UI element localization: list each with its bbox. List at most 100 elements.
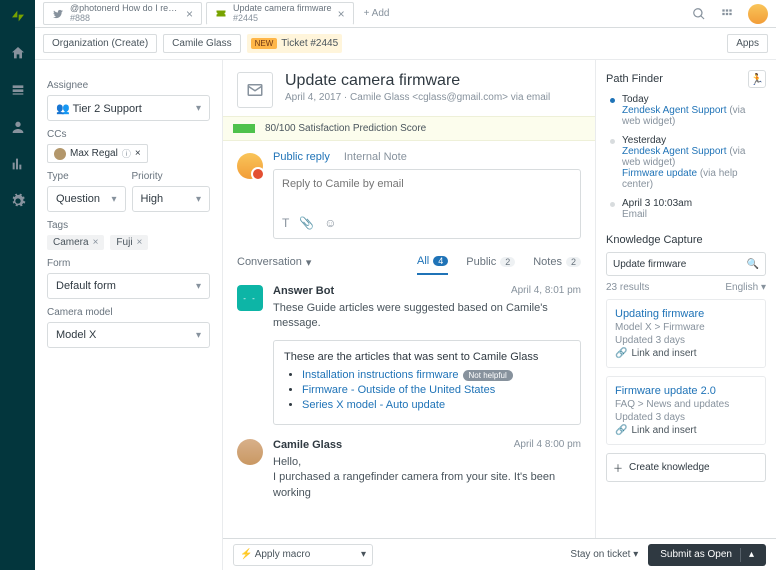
- reply-editor[interactable]: T 📎 ☺: [273, 169, 581, 239]
- event-text: Hello, I purchased a rangefinder camera …: [273, 455, 581, 501]
- close-icon[interactable]: ×: [186, 7, 193, 21]
- tab-conversation[interactable]: Conversation ▾: [237, 256, 311, 275]
- assignee-label: Assignee: [47, 80, 210, 91]
- event-time: April 4, 8:01 pm: [511, 285, 581, 297]
- attachment-icon[interactable]: 📎: [299, 216, 314, 230]
- tab-public-reply[interactable]: Public reply: [273, 151, 330, 163]
- close-icon: ×: [137, 237, 143, 248]
- ccs-label: CCs: [47, 129, 210, 140]
- text-format-icon[interactable]: T: [282, 216, 289, 230]
- conversation-pane: Update camera firmware April 4, 2017 · C…: [223, 60, 596, 570]
- twitter-icon: [52, 8, 64, 20]
- timeline-link[interactable]: Zendesk Agent Support: [622, 146, 727, 157]
- home-icon[interactable]: [10, 45, 26, 64]
- tags-label: Tags: [47, 220, 210, 231]
- tab-number: #888: [70, 13, 180, 23]
- tab-title: @photonerd How do I reset...: [70, 4, 180, 14]
- tab-ticket-888[interactable]: @photonerd How do I reset... #888 ×: [43, 2, 202, 25]
- tab-ticket-2445[interactable]: Update camera firmware #2445 ×: [206, 2, 354, 25]
- knowledge-card[interactable]: Firmware update 2.0 FAQ > News and updat…: [606, 376, 766, 445]
- submit-button[interactable]: Submit as Open▴: [648, 544, 766, 566]
- event-author: Answer Bot: [273, 285, 334, 297]
- link-icon: 🔗: [615, 425, 627, 436]
- requester-pill[interactable]: Camile Glass: [163, 34, 240, 53]
- timeline-item: Today Zendesk Agent Support (via web wid…: [610, 94, 766, 127]
- ticket-meta: April 4, 2017 · Camile Glass <cglass@gma…: [285, 92, 550, 103]
- results-count: 23 results: [606, 282, 649, 293]
- ticket-pill[interactable]: NEW Ticket #2445: [247, 34, 343, 53]
- priority-select[interactable]: High▾: [132, 186, 211, 212]
- cc-chip[interactable]: Max Regal ×: [47, 144, 148, 163]
- ticket-footer: ⚡ Apply macro▾ Stay on ticket ▾ Submit a…: [223, 538, 776, 570]
- priority-label: Priority: [132, 171, 211, 182]
- tag-chip[interactable]: Fuji×: [110, 235, 148, 250]
- breadcrumb: Organization (Create) Camile Glass NEW T…: [35, 28, 776, 60]
- timeline-link[interactable]: Zendesk Agent Support: [622, 105, 727, 116]
- form-select[interactable]: Default form▾: [47, 273, 210, 299]
- timeline-item: Yesterday Zendesk Agent Support (via web…: [610, 135, 766, 190]
- zendesk-logo-icon: [10, 8, 26, 27]
- reports-icon[interactable]: [10, 156, 26, 175]
- knowledge-card[interactable]: Updating firmware Model X > Firmware Upd…: [606, 299, 766, 368]
- type-select[interactable]: Question▾: [47, 186, 126, 212]
- tag-chip[interactable]: Camera×: [47, 235, 104, 250]
- info-icon: [122, 147, 131, 160]
- user-avatar[interactable]: [748, 4, 768, 24]
- ticket-properties: Assignee 👥 Tier 2 Support▾ CCs Max Regal…: [35, 60, 223, 570]
- timeline-item: April 3 10:03am Email: [610, 198, 766, 220]
- topbar: @photonerd How do I reset... #888 × Upda…: [35, 0, 776, 28]
- close-icon[interactable]: ×: [338, 7, 345, 21]
- knowledge-search[interactable]: Update firmware 🔍: [606, 252, 766, 276]
- suggested-articles: These are the articles that was sent to …: [273, 340, 581, 425]
- tab-notes[interactable]: Notes2: [533, 256, 581, 274]
- mail-icon: [237, 72, 273, 108]
- event-author: Camile Glass: [273, 439, 342, 451]
- tab-title: Update camera firmware: [233, 4, 332, 14]
- apps-button[interactable]: Apps: [727, 34, 768, 53]
- event-time: April 4 8:00 pm: [514, 439, 581, 451]
- reply-textarea[interactable]: [282, 178, 572, 210]
- add-tab[interactable]: + Add: [358, 8, 396, 19]
- apps-grid-icon[interactable]: [720, 7, 734, 21]
- camera-model-select[interactable]: Model X▾: [47, 322, 210, 348]
- plus-icon: ＋: [613, 460, 623, 475]
- views-icon[interactable]: [10, 82, 26, 101]
- path-finder-title: Path Finder: [606, 73, 663, 85]
- assignee-select[interactable]: 👥 Tier 2 Support▾: [47, 95, 210, 121]
- chevron-down-icon: ▾: [306, 256, 312, 269]
- org-pill[interactable]: Organization (Create): [43, 34, 157, 53]
- tab-internal-note[interactable]: Internal Note: [344, 151, 407, 163]
- type-label: Type: [47, 171, 126, 182]
- apply-macro-select[interactable]: ⚡ Apply macro▾: [233, 544, 373, 566]
- chevron-down-icon: ▾: [361, 549, 366, 560]
- stay-on-ticket[interactable]: Stay on ticket ▾: [570, 549, 638, 560]
- camera-model-label: Camera model: [47, 307, 210, 318]
- timeline-link[interactable]: Firmware update: [622, 168, 697, 179]
- emoji-icon[interactable]: ☺: [324, 216, 336, 230]
- running-icon[interactable]: 🏃: [748, 70, 766, 88]
- knowledge-capture-title: Knowledge Capture: [606, 234, 766, 246]
- avatar: [54, 148, 66, 160]
- article-link[interactable]: Installation instructions firmware: [302, 369, 459, 381]
- article-link[interactable]: Firmware - Outside of the United States: [302, 384, 495, 396]
- nav-rail: [0, 0, 35, 570]
- article-link[interactable]: Series X model - Auto update: [302, 399, 445, 411]
- form-label: Form: [47, 258, 210, 269]
- language-select[interactable]: English ▾: [725, 282, 766, 293]
- tab-all[interactable]: All4: [417, 255, 448, 275]
- tab-public[interactable]: Public2: [466, 256, 515, 274]
- satisfaction-score: 80/100 Satisfaction Prediction Score: [223, 116, 595, 141]
- requester-avatar: [237, 439, 263, 465]
- admin-icon[interactable]: [10, 193, 26, 212]
- tab-number: #2445: [233, 13, 332, 23]
- ticket-icon: [215, 8, 227, 20]
- customers-icon[interactable]: [10, 119, 26, 138]
- create-knowledge-button[interactable]: ＋Create knowledge: [606, 453, 766, 482]
- agent-avatar: [237, 153, 263, 179]
- search-icon: 🔍: [747, 259, 759, 270]
- ticket-subject: Update camera firmware: [285, 72, 550, 90]
- close-icon[interactable]: ×: [135, 148, 141, 159]
- answer-bot-avatar: - -: [237, 285, 263, 311]
- search-icon[interactable]: [692, 7, 706, 21]
- score-bar: [233, 124, 255, 133]
